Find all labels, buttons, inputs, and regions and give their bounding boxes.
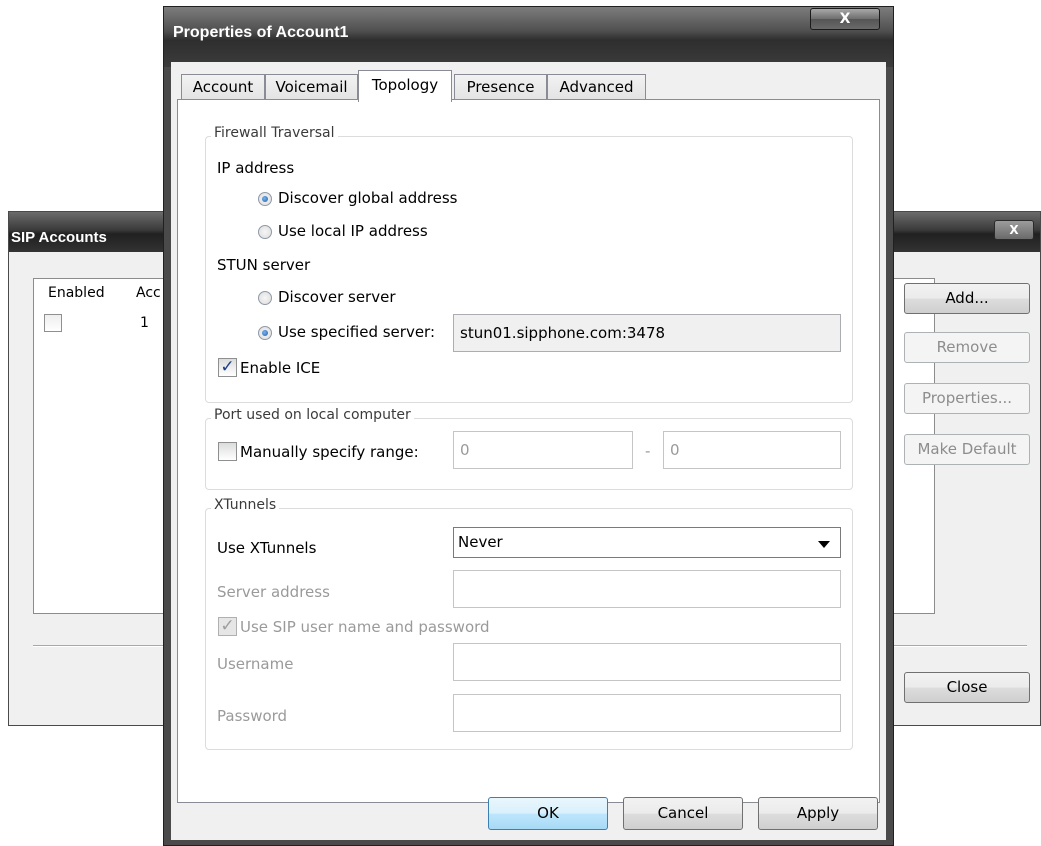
tab-account[interactable]: Account [181,74,265,100]
chevron-down-icon [818,541,830,548]
username-field[interactable] [453,643,841,681]
topology-tab-panel: Firewall Traversal IP address Discover g… [177,99,880,803]
server-address-label: Server address [217,583,330,601]
account-properties-dialog: Properties of Account1 X Account Voicema… [163,6,894,846]
discover-global-address-label[interactable]: Discover global address [278,189,457,207]
close-button[interactable]: Close [904,672,1030,703]
tab-advanced[interactable]: Advanced [547,74,646,100]
dialog-title: Properties of Account1 [173,24,349,41]
column-header-enabled[interactable]: Enabled [48,285,105,301]
ok-button[interactable]: OK [488,797,608,830]
dialog-client-area: Account Voicemail Topology Presence Adva… [171,62,886,840]
port-range-to-field[interactable]: 0 [663,431,841,469]
manual-range-checkbox[interactable] [218,442,237,461]
use-sip-credentials-checkbox[interactable]: ✓ [218,617,237,636]
tab-voicemail[interactable]: Voicemail [265,74,358,100]
sip-accounts-close-button[interactable]: X [994,220,1034,240]
use-specified-server-radio[interactable] [258,326,272,340]
xtunnels-legend: XTunnels [211,497,280,513]
account-enabled-checkbox[interactable] [44,314,62,332]
local-port-legend: Port used on local computer [211,407,414,423]
cancel-button[interactable]: Cancel [623,797,743,830]
discover-server-radio[interactable] [258,291,272,305]
make-default-button[interactable]: Make Default [904,434,1030,465]
port-range-separator: - [645,442,651,460]
apply-button[interactable]: Apply [758,797,878,830]
ip-address-label: IP address [217,159,295,177]
account-row-id[interactable]: 1 [140,315,149,331]
discover-server-label[interactable]: Discover server [278,288,395,306]
stun-server-label: STUN server [217,256,311,274]
use-local-ip-label[interactable]: Use local IP address [278,222,428,240]
use-xtunnels-label: Use XTunnels [217,539,317,557]
tab-topology[interactable]: Topology [358,70,452,102]
account-properties-button[interactable]: Properties... [904,383,1030,414]
enable-ice-checkbox[interactable]: ✓ [218,358,237,377]
server-address-field[interactable] [453,570,841,608]
username-label: Username [217,655,294,673]
checkmark-icon: ✓ [220,616,235,636]
manual-range-label[interactable]: Manually specify range: [240,443,419,461]
password-field[interactable] [453,694,841,732]
stun-server-field[interactable]: stun01.sipphone.com:3478 [453,314,841,352]
dialog-titlebar[interactable]: Properties of Account1 X [164,7,893,67]
discover-global-address-radio[interactable] [258,192,272,206]
use-sip-credentials-label[interactable]: Use SIP user name and password [240,618,490,636]
use-xtunnels-value: Never [458,533,503,551]
column-header-account[interactable]: Acc [136,285,161,301]
add-account-button[interactable]: Add... [904,283,1030,314]
firewall-traversal-legend: Firewall Traversal [211,125,338,141]
enable-ice-label[interactable]: Enable ICE [240,359,320,377]
use-xtunnels-dropdown[interactable]: Never [453,527,841,558]
port-range-from-field[interactable]: 0 [453,431,633,469]
password-label: Password [217,707,288,725]
use-local-ip-radio[interactable] [258,225,272,239]
sip-accounts-title: SIP Accounts [11,229,107,246]
remove-account-button[interactable]: Remove [904,332,1030,363]
use-specified-server-label[interactable]: Use specified server: [278,323,435,341]
checkmark-icon: ✓ [220,357,235,377]
dialog-close-button[interactable]: X [810,8,880,30]
tab-presence[interactable]: Presence [454,74,547,100]
